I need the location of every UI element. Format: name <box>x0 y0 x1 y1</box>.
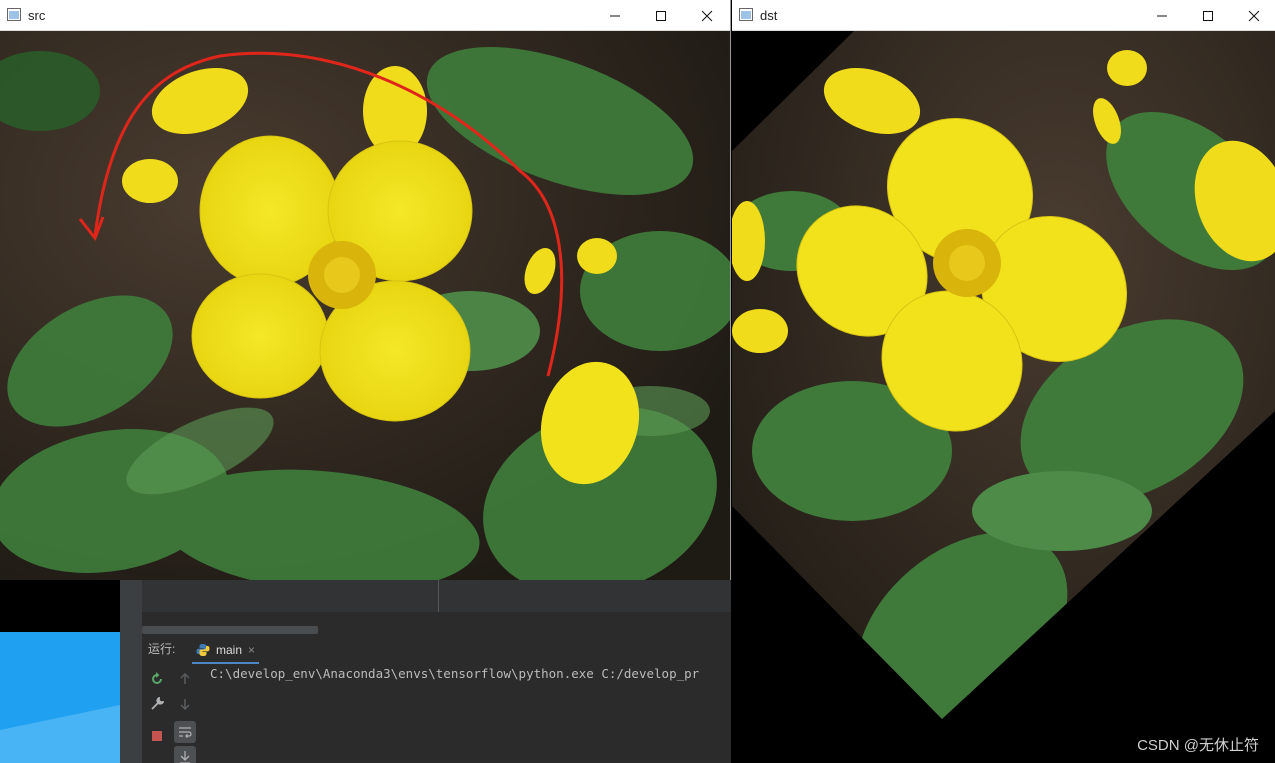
python-icon <box>196 644 210 656</box>
ide-side-strip <box>120 580 142 763</box>
stop-icon <box>152 731 162 741</box>
src-titlebar[interactable]: src <box>0 0 730 31</box>
minimize-icon <box>610 15 620 16</box>
scroll-to-end-button[interactable] <box>174 746 196 763</box>
close-icon <box>1248 10 1260 21</box>
src-close-button[interactable] <box>684 0 730 31</box>
src-maximize-button[interactable] <box>638 0 684 31</box>
ide-editor-strip <box>120 580 731 612</box>
rerun-icon <box>152 672 162 684</box>
close-icon <box>701 10 713 21</box>
dst-window-title: dst <box>760 8 778 23</box>
scroll-up-button[interactable] <box>174 668 196 690</box>
dst-close-button[interactable] <box>1231 0 1275 31</box>
console-output-line: C:\develop_env\Anaconda3\envs\tensorflow… <box>210 666 700 681</box>
dst-image <box>732 31 1275 763</box>
ide-run-panel: 运行: main × C:\develop_env\Anaconda3\envs… <box>120 580 731 763</box>
minimize-icon <box>1157 15 1167 16</box>
src-image <box>0 31 730 580</box>
desktop-wallpaper <box>0 632 120 763</box>
window-app-icon <box>7 8 21 21</box>
maximize-icon <box>656 10 666 21</box>
tab-main-label: main <box>216 643 243 657</box>
rerun-button[interactable] <box>146 668 168 690</box>
run-panel-label: 运行: <box>148 642 176 656</box>
ide-divider <box>438 580 439 612</box>
soft-wrap-icon <box>179 727 192 738</box>
src-window: src <box>0 0 731 580</box>
desktop-background <box>0 580 120 763</box>
stop-button[interactable] <box>146 725 168 747</box>
tab-close-icon[interactable]: × <box>248 643 255 657</box>
dst-minimize-button[interactable] <box>1139 0 1185 31</box>
arrow-up-icon <box>180 673 190 684</box>
maximize-icon <box>1203 10 1213 21</box>
settings-button[interactable] <box>146 693 168 715</box>
ide-scrollbar[interactable] <box>142 626 318 634</box>
dst-titlebar[interactable]: dst <box>732 0 1275 31</box>
arrow-down-icon <box>180 699 190 710</box>
tab-main[interactable]: main × <box>192 638 260 664</box>
soft-wrap-button[interactable] <box>174 721 196 743</box>
window-app-icon <box>739 8 753 21</box>
wrench-icon <box>151 697 164 710</box>
src-window-title: src <box>28 8 46 23</box>
dst-maximize-button[interactable] <box>1185 0 1231 31</box>
scroll-to-end-icon <box>180 751 190 763</box>
dst-window: dst CSDN @无休止符 <box>732 0 1275 763</box>
scroll-down-button[interactable] <box>174 693 196 715</box>
src-minimize-button[interactable] <box>592 0 638 31</box>
watermark-text: CSDN @无休止符 <box>1137 737 1259 754</box>
